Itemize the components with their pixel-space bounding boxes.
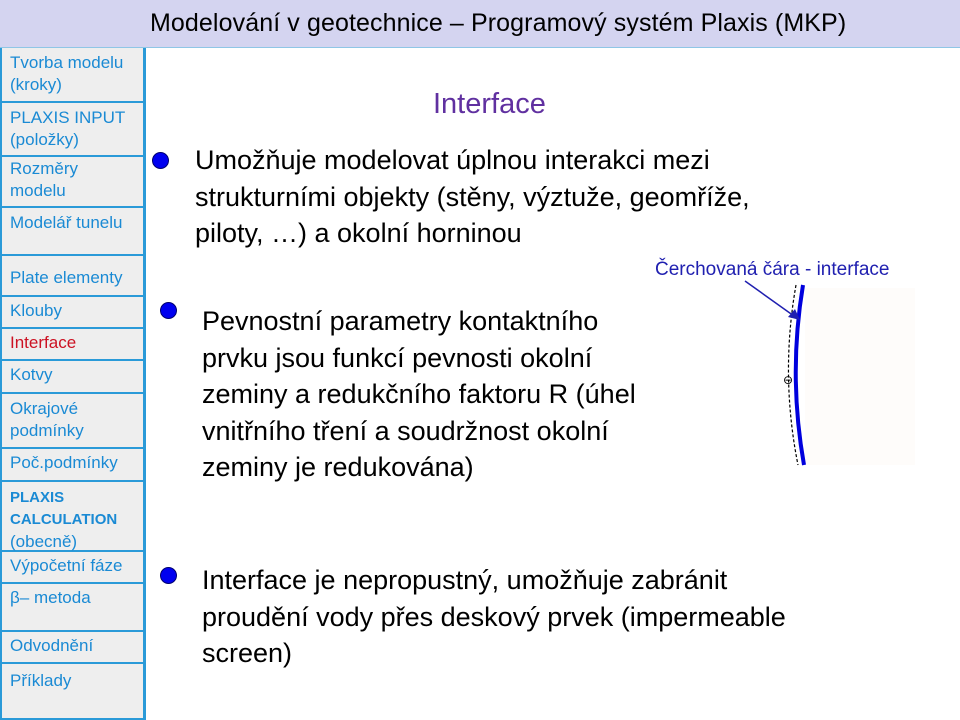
sidebar-item-label: Klouby xyxy=(10,301,62,320)
bullet-line: strukturními objekty (stěny, výztuže, ge… xyxy=(195,181,750,212)
slide-title: Interface xyxy=(433,88,546,120)
bullet-icon xyxy=(160,567,177,584)
sidebar-item-priklady[interactable]: Příklady xyxy=(2,664,143,720)
sidebar-item-label: (položky) xyxy=(10,130,79,149)
sidebar-item-label: Kotvy xyxy=(10,365,53,384)
sidebar-item-poc-podminky[interactable]: Poč.podmínky xyxy=(2,449,143,482)
sidebar-item-label: Okrajové xyxy=(10,399,79,418)
plate-line xyxy=(793,284,806,466)
sidebar-item-klouby[interactable]: Klouby xyxy=(2,297,143,329)
bullet-text-1: Umožňuje modelovat úplnou interakci mezi… xyxy=(195,142,750,252)
slide-header: Modelování v geotechnice – Programový sy… xyxy=(0,0,960,48)
sidebar-item-label: Tvorba modelu xyxy=(10,53,124,72)
arrow-line xyxy=(744,280,795,317)
sidebar-item-label: Rozměry xyxy=(10,159,79,178)
sidebar-item-rozmery-modelu[interactable]: Rozměry modelu xyxy=(2,157,143,208)
bullet-line: Pevnostní parametry kontaktního xyxy=(202,306,599,336)
sidebar-item-plate-elementy[interactable]: Plate elementy xyxy=(2,256,143,297)
sidebar-nav: Tvorba modelu (kroky) PLAXIS INPUT (polo… xyxy=(0,48,146,720)
bullet-line: vnitřního tření a soudržnost okolní xyxy=(202,415,609,446)
bullet-line: proudění vody přes deskový prvek (imperm… xyxy=(202,601,786,632)
sidebar-item-label: (kroky) xyxy=(10,75,62,94)
sidebar-item-label: β– metoda xyxy=(10,588,91,607)
bullet-icon xyxy=(160,302,177,319)
sidebar-item-label: Poč.podmínky xyxy=(10,453,118,472)
sidebar-item-modelar-tunelu[interactable]: Modelář tunelu xyxy=(2,208,143,256)
sidebar-item-label: PLAXIS xyxy=(10,489,65,506)
sidebar-item-label: Odvodnění xyxy=(10,636,94,655)
sidebar-item-label: modelu xyxy=(10,181,66,200)
sidebar-item-label: Příklady xyxy=(10,671,72,690)
bullet-line: screen) xyxy=(202,638,293,668)
bullet-text-2: Pevnostní parametry kontaktního prvku js… xyxy=(202,303,636,486)
sidebar-item-label: PLAXIS INPUT xyxy=(10,108,126,127)
sidebar-item-label: Modelář tunelu xyxy=(10,213,123,232)
sidebar-item-label: (obecně) xyxy=(10,532,78,551)
sidebar-item-label: podmínky xyxy=(10,421,84,440)
soil-region xyxy=(805,288,915,465)
sidebar-item-plaxis-input[interactable]: PLAXIS INPUT (položky) xyxy=(2,103,143,157)
sidebar-item-label: Interface xyxy=(10,333,77,352)
bullet-line: prvku jsou funkcí pevnosti okolní xyxy=(202,342,593,373)
interface-figure: ⊖ xyxy=(744,280,915,466)
sidebar-item-tvorba-modelu[interactable]: Tvorba modelu (kroky) xyxy=(2,48,143,103)
bullet-text-3: Interface je nepropustný, umožňuje zabrá… xyxy=(202,562,786,672)
bullet-line: zeminy je redukována) xyxy=(202,452,474,482)
bullet-icon xyxy=(152,152,169,169)
figure-caption: Čerchovaná čára - interface xyxy=(655,259,890,280)
sidebar-item-kotvy[interactable]: Kotvy xyxy=(2,361,143,394)
sidebar-item-beta-metoda[interactable]: β– metoda xyxy=(2,584,143,632)
sidebar-item-plaxis-calculation[interactable]: PLAXIS CALCULATION (obecně) xyxy=(2,482,143,552)
sidebar-item-okrajove-podminky[interactable]: Okrajové podmínky xyxy=(2,394,143,449)
sidebar-item-label: Výpočetní fáze xyxy=(10,556,123,575)
bullet-line: zeminy a redukčního faktoru R (úhel xyxy=(202,379,636,409)
bullet-line: Umožňuje modelovat úplnou interakci mezi xyxy=(195,145,710,175)
bullet-line: Interface je nepropustný, umožňuje zabrá… xyxy=(202,565,728,595)
bullet-line: piloty, …) a okolní horninou xyxy=(195,218,522,248)
sidebar-item-label: Plate elementy xyxy=(10,268,123,287)
sidebar-item-interface[interactable]: Interface xyxy=(2,329,143,361)
sidebar-item-odvodneni[interactable]: Odvodnění xyxy=(2,632,143,664)
minus-circle-icon: ⊖ xyxy=(783,373,793,387)
header-title: Modelování v geotechnice – Programový sy… xyxy=(150,9,847,37)
sidebar-item-vypocetni-faze[interactable]: Výpočetní fáze xyxy=(2,552,143,584)
sidebar-item-label: CALCULATION xyxy=(10,511,118,528)
